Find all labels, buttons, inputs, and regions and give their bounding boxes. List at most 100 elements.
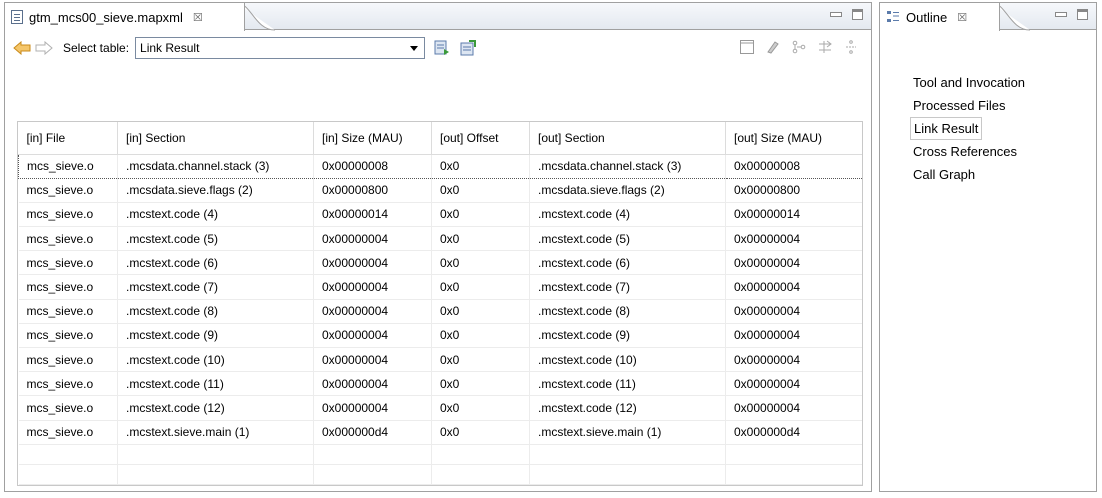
- table-row[interactable]: mcs_sieve.o .mcstext.code (9) 0x00000004 0x…: [18, 323, 862, 349]
- cell-in-file: mcs_sieve.o: [18, 153, 118, 179]
- tree-icon[interactable]: [791, 39, 807, 55]
- export-table-icon[interactable]: [433, 39, 451, 57]
- table-row[interactable]: mcs_sieve.o .mcstext.code (5) 0x00000004 0x…: [18, 226, 862, 252]
- empty-cell: [313, 464, 432, 485]
- table-header-row: [in] File [in] Section [in] Size (MAU) […: [18, 122, 862, 155]
- editor-tab-title: gtm_mcs00_sieve.mapxml: [29, 9, 183, 25]
- cell-in-section: .mcstext.code (9): [117, 323, 314, 349]
- maximize-icon[interactable]: [852, 9, 863, 20]
- cell-out-offset: 0x0: [431, 250, 530, 276]
- empty-cell: [431, 464, 530, 485]
- outline-item[interactable]: Tool and Invocation: [910, 71, 1028, 94]
- table-row[interactable]: mcs_sieve.o .mcstext.code (8) 0x00000004 0x…: [18, 299, 862, 324]
- cell-in-size: 0x000000d4: [313, 420, 432, 445]
- column-header-out-offset[interactable]: [out] Offset: [431, 122, 530, 155]
- cell-in-size: 0x00000004: [313, 347, 432, 373]
- cell-in-size: 0x00000004: [313, 226, 432, 252]
- outline-tab[interactable]: Outline ☒: [880, 3, 1000, 31]
- cell-out-section: .mcstext.code (10): [529, 347, 726, 373]
- cell-in-file: mcs_sieve.o: [18, 323, 118, 349]
- empty-cell: [529, 464, 726, 485]
- column-header-in-file[interactable]: [in] File: [18, 122, 118, 155]
- cell-out-size: 0x00000004: [725, 395, 862, 421]
- outline-item[interactable]: Cross References: [910, 140, 1028, 163]
- table-row[interactable]: mcs_sieve.o .mcstext.code (10) 0x00000004 0…: [18, 347, 862, 373]
- forward-arrow-icon[interactable]: [33, 39, 55, 57]
- editor-tabbar: gtm_mcs00_sieve.mapxml ☒: [5, 3, 871, 31]
- link-result-table-container: [in] File [in] Section [in] Size (MAU) […: [17, 121, 863, 486]
- column-header-in-section[interactable]: [in] Section: [117, 122, 314, 155]
- cell-out-section: .mcstext.code (12): [529, 395, 726, 421]
- cell-out-offset: 0x0: [431, 299, 530, 324]
- column-header-in-size[interactable]: [in] Size (MAU): [313, 122, 432, 155]
- cell-in-file: mcs_sieve.o: [18, 202, 118, 228]
- cell-out-size: 0x00000008: [725, 153, 862, 179]
- cell-in-section: .mcstext.code (5): [117, 226, 314, 252]
- cell-out-section: .mcstext.code (8): [529, 299, 726, 324]
- empty-row: [18, 464, 862, 485]
- outline-window-controls: [1055, 9, 1088, 20]
- right-tool-group: [739, 39, 859, 55]
- cell-out-offset: 0x0: [431, 323, 530, 349]
- split-icon[interactable]: [843, 39, 859, 55]
- outline-item[interactable]: Call Graph: [910, 163, 1028, 186]
- editor-toolbar: Select table: Link Result: [5, 31, 871, 65]
- open-table-icon[interactable]: [459, 39, 477, 57]
- cell-out-offset: 0x0: [431, 371, 530, 397]
- close-icon[interactable]: ☒: [957, 11, 967, 24]
- minimize-icon[interactable]: [830, 9, 842, 19]
- cell-in-section: .mcstext.code (11): [117, 371, 314, 397]
- cell-in-file: mcs_sieve.o: [18, 371, 118, 397]
- cell-in-size: 0x00000004: [313, 299, 432, 324]
- maximize-icon[interactable]: [1077, 9, 1088, 20]
- cell-out-section: .mcstext.sieve.main (1): [529, 420, 726, 445]
- select-table-dropdown[interactable]: Link Result: [135, 37, 426, 59]
- outline-panel: Outline ☒ Tool and Invocation Processed F…: [879, 2, 1097, 492]
- cell-out-offset: 0x0: [431, 420, 530, 445]
- cell-in-size: 0x00000004: [313, 250, 432, 276]
- highlight-icon[interactable]: [765, 39, 781, 55]
- layout-icon[interactable]: [739, 39, 755, 55]
- outline-item[interactable]: Processed Files: [910, 94, 1028, 117]
- cell-out-offset: 0x0: [431, 274, 530, 300]
- cell-in-size: 0x00000004: [313, 371, 432, 397]
- empty-row: [18, 444, 862, 465]
- table-row[interactable]: mcs_sieve.o .mcsdata.sieve.flags (2) 0x000…: [18, 178, 862, 203]
- table-row[interactable]: mcs_sieve.o .mcstext.code (4) 0x00000014 0x…: [18, 202, 862, 228]
- outline-item[interactable]: Link Result: [910, 117, 983, 140]
- cell-in-section: .mcstext.sieve.main (1): [117, 420, 314, 445]
- cell-out-section: .mcstext.code (5): [529, 226, 726, 252]
- select-table-label: Select table:: [63, 41, 130, 55]
- cell-out-size: 0x000000d4: [725, 420, 862, 445]
- link-result-table: [in] File [in] Section [in] Size (MAU) […: [18, 122, 862, 485]
- table-row[interactable]: mcs_sieve.o .mcstext.code (7) 0x00000004 0x…: [18, 274, 862, 300]
- outline-tab-title: Outline: [906, 9, 948, 25]
- table-row[interactable]: mcs_sieve.o .mcstext.code (11) 0x00000004 0…: [18, 371, 862, 397]
- editor-tab[interactable]: gtm_mcs00_sieve.mapxml ☒: [5, 3, 245, 31]
- cell-in-file: mcs_sieve.o: [18, 250, 118, 276]
- cell-in-file: mcs_sieve.o: [18, 395, 118, 421]
- table-row[interactable]: mcs_sieve.o .mcsdata.channel.stack (3) 0x0…: [18, 153, 862, 179]
- outline-icon: [886, 10, 900, 24]
- filter-icon[interactable]: [817, 39, 833, 55]
- empty-cell: [18, 444, 118, 465]
- cell-in-file: mcs_sieve.o: [18, 274, 118, 300]
- back-arrow-icon[interactable]: [11, 39, 33, 57]
- cell-out-offset: 0x0: [431, 178, 530, 203]
- table-row[interactable]: mcs_sieve.o .mcstext.code (6) 0x00000004 0x…: [18, 250, 862, 276]
- column-header-out-section[interactable]: [out] Section: [529, 122, 726, 155]
- cell-out-section: .mcsdata.sieve.flags (2): [529, 178, 726, 203]
- empty-cell: [18, 464, 118, 485]
- cell-out-size: 0x00000004: [725, 250, 862, 276]
- column-header-out-size[interactable]: [out] Size (MAU): [725, 122, 862, 155]
- close-icon[interactable]: ☒: [193, 11, 203, 24]
- cell-out-section: .mcstext.code (6): [529, 250, 726, 276]
- cell-in-size: 0x00000800: [313, 178, 432, 203]
- minimize-icon[interactable]: [1055, 9, 1067, 19]
- table-row[interactable]: mcs_sieve.o .mcstext.sieve.main (1) 0x0000…: [18, 420, 862, 445]
- empty-cell: [725, 444, 862, 465]
- table-row[interactable]: mcs_sieve.o .mcstext.code (12) 0x00000004 0…: [18, 395, 862, 421]
- cell-in-section: .mcsdata.sieve.flags (2): [117, 178, 314, 203]
- cell-in-section: .mcstext.code (7): [117, 274, 314, 300]
- select-table-value: Link Result: [140, 41, 200, 55]
